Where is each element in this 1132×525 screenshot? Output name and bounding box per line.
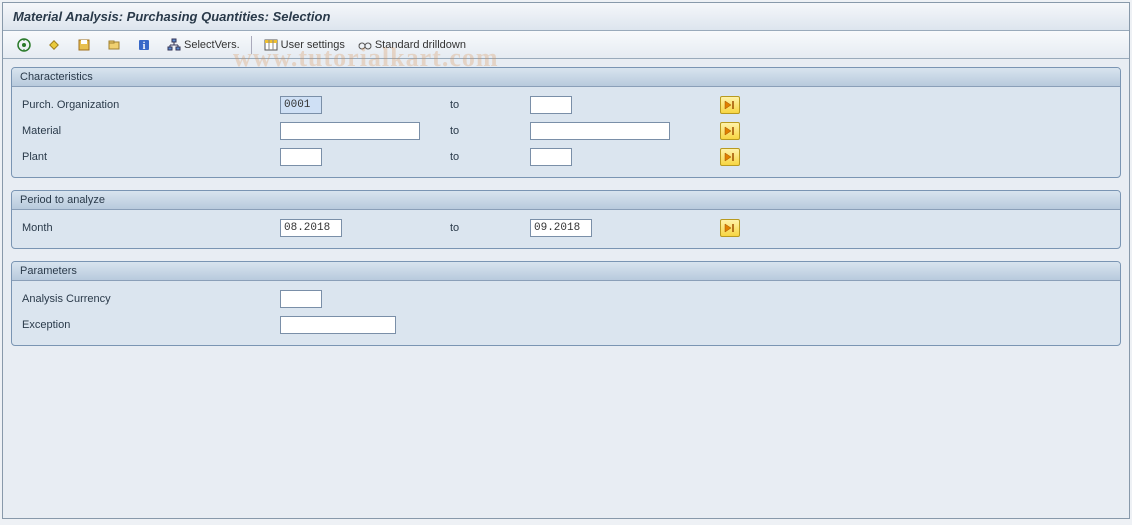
page-title: Material Analysis: Purchasing Quantities…: [3, 3, 1129, 31]
svg-text:i: i: [143, 41, 146, 52]
diamond-icon: [46, 37, 62, 53]
select-version-label: SelectVers.: [184, 39, 240, 51]
material-to-label: to: [430, 125, 530, 137]
plant-to-input[interactable]: [530, 148, 572, 166]
toolbar-separator: [251, 36, 252, 54]
execute-print-button[interactable]: [41, 35, 69, 55]
month-multi-button[interactable]: [720, 219, 740, 237]
purch-org-from-input[interactable]: [280, 96, 322, 114]
material-row: Material to: [20, 119, 1112, 143]
folder-icon: [106, 37, 122, 53]
hierarchy-icon: [166, 37, 182, 53]
purch-org-multi-button[interactable]: [720, 96, 740, 114]
purch-org-label: Purch. Organization: [20, 99, 280, 111]
purch-org-to-input[interactable]: [530, 96, 572, 114]
plant-to-label: to: [430, 151, 530, 163]
month-from-input[interactable]: [280, 219, 342, 237]
purch-org-to-label: to: [430, 99, 530, 111]
plant-row: Plant to: [20, 145, 1112, 169]
characteristics-title: Characteristics: [12, 68, 1120, 87]
purch-org-row: Purch. Organization to: [20, 93, 1112, 117]
select-version-button[interactable]: SelectVers.: [161, 35, 245, 55]
currency-input[interactable]: [280, 290, 322, 308]
exception-label: Exception: [20, 319, 280, 331]
user-settings-label: User settings: [281, 39, 345, 51]
info-icon: i: [136, 37, 152, 53]
exception-row: Exception: [20, 313, 1112, 337]
standard-drilldown-button[interactable]: Standard drilldown: [352, 35, 471, 55]
user-settings-button[interactable]: User settings: [258, 35, 350, 55]
month-to-input[interactable]: [530, 219, 592, 237]
execute-icon: [16, 37, 32, 53]
plant-multi-button[interactable]: [720, 148, 740, 166]
month-row: Month to: [20, 216, 1112, 240]
save-icon: [76, 37, 92, 53]
execute-button[interactable]: [11, 35, 39, 55]
currency-label: Analysis Currency: [20, 293, 280, 305]
material-from-input[interactable]: [280, 122, 420, 140]
parameters-group: Parameters Analysis Currency Exception: [11, 261, 1121, 346]
get-variant-button[interactable]: [101, 35, 129, 55]
characteristics-group: Characteristics Purch. Organization to: [11, 67, 1121, 178]
month-label: Month: [20, 222, 280, 234]
material-label: Material: [20, 125, 280, 137]
plant-from-input[interactable]: [280, 148, 322, 166]
parameters-title: Parameters: [12, 262, 1120, 281]
exception-input[interactable]: [280, 316, 396, 334]
main-window: Material Analysis: Purchasing Quantities…: [2, 2, 1130, 519]
material-multi-button[interactable]: [720, 122, 740, 140]
period-group: Period to analyze Month to: [11, 190, 1121, 249]
month-to-label: to: [430, 222, 530, 234]
toolbar: i SelectVers. User settings Standard dri…: [3, 31, 1129, 59]
period-title: Period to analyze: [12, 191, 1120, 210]
table-icon: [263, 37, 279, 53]
content-area: Characteristics Purch. Organization to: [3, 59, 1129, 366]
standard-drilldown-label: Standard drilldown: [375, 39, 466, 51]
save-button[interactable]: [71, 35, 99, 55]
currency-row: Analysis Currency: [20, 287, 1112, 311]
glasses-icon: [357, 37, 373, 53]
material-to-input[interactable]: [530, 122, 670, 140]
info-button[interactable]: i: [131, 35, 159, 55]
plant-label: Plant: [20, 151, 280, 163]
